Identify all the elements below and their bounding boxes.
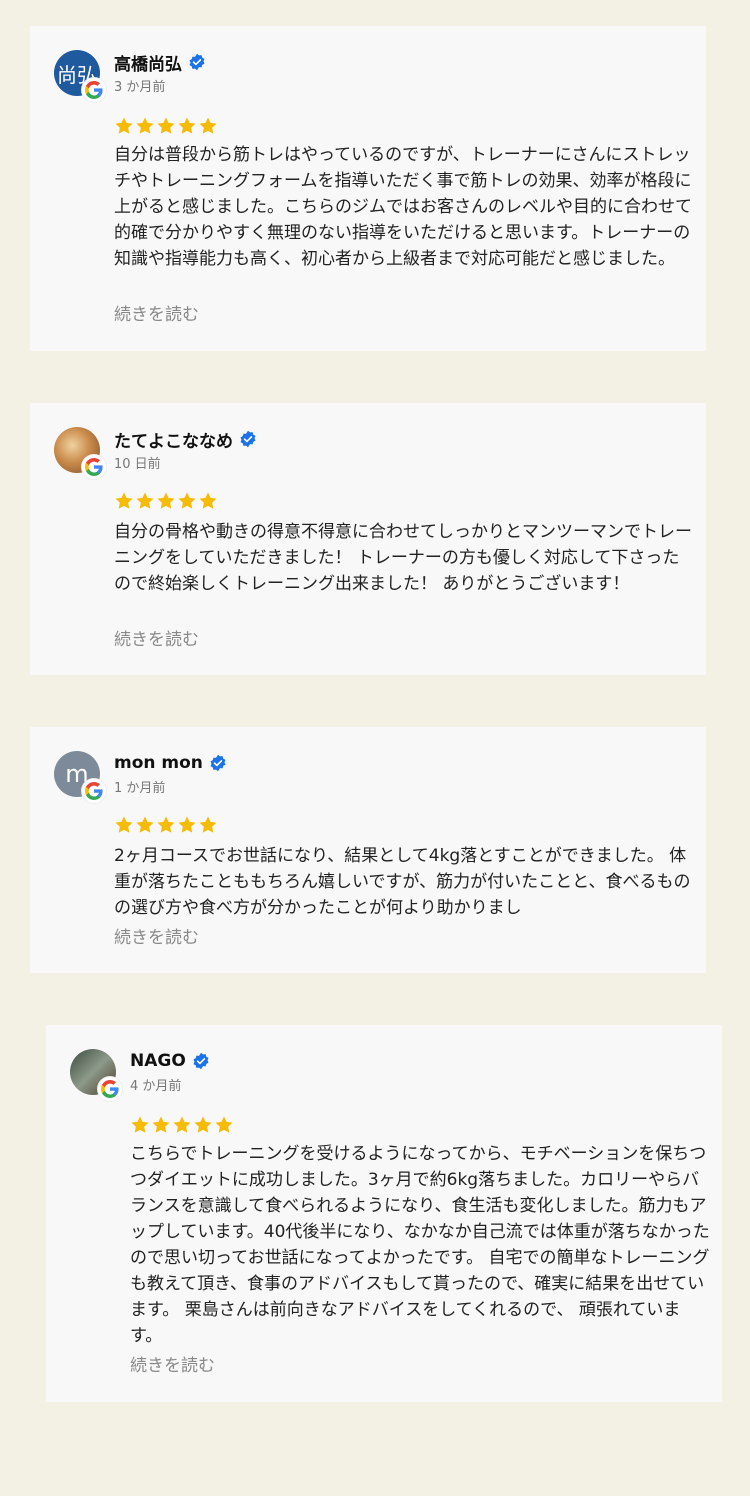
review-header: NAGO 4 か月前 [70,1049,670,1101]
review-header: たてよこななめ 10 日前 [54,427,654,479]
star-icon [178,816,196,833]
review-time: 10 日前 [114,457,161,472]
star-rating [130,1115,234,1135]
star-icon [194,1116,212,1133]
star-icon [157,117,175,134]
star-icon [136,117,154,134]
star-icon [178,117,196,134]
review-text: 自分は普段から筋トレはやっているのですが、トレーナーにさんにストレッチやトレーニ… [114,145,692,269]
reviewer-name-row: たてよこななめ [114,427,257,452]
star-icon [115,117,133,134]
star-icon [199,117,217,134]
star-rating [114,491,218,511]
review-text: 2ヶ月コースでお世話になり、結果として4kg落とすことができました。 体重が落ち… [114,846,691,918]
read-more-link[interactable]: 続きを読む [114,625,199,650]
star-icon [115,492,133,509]
google-g-icon [98,1077,122,1101]
star-icon [157,816,175,833]
read-more-link[interactable]: 続きを読む [130,1351,215,1376]
reviewer-name[interactable]: mon mon [114,753,203,773]
star-icon [136,492,154,509]
star-icon [199,816,217,833]
review-card: たてよこななめ 10 日前 自分の骨格や動きの得意不得意に合わせてしっかりとマン… [30,403,706,675]
review-time: 1 か月前 [114,781,166,796]
star-icon [199,492,217,509]
google-g-icon [82,78,106,102]
review-text: 自分の骨格や動きの得意不得意に合わせてしっかりとマンツーマンでトレーニングをして… [114,522,692,594]
review-text: こちらでトレーニングを受けるようになってから、モチベーションを保ちつつダイエット… [130,1144,710,1346]
review-header: 尚弘 高橋尚弘 3 か月前 [54,50,654,102]
review-card: 尚弘 高橋尚弘 3 か月前 自分は普段から筋トレはやっているのですが、トレーナー… [30,26,706,351]
verified-badge-icon [193,1052,209,1070]
read-more-link[interactable]: 続きを読む [114,300,199,325]
verified-badge-icon [210,754,226,772]
verified-badge-icon [189,53,205,71]
verified-badge-icon [240,430,256,448]
google-g-icon [82,779,106,803]
star-icon [173,1116,191,1133]
star-rating [114,116,218,136]
review-time: 3 か月前 [114,80,166,95]
reviewer-name[interactable]: NAGO [130,1051,186,1071]
reviewer-name[interactable]: 高橋尚弘 [114,50,182,75]
star-icon [157,492,175,509]
reviewer-name-row: 高橋尚弘 [114,50,206,75]
review-card: m mon mon 1 か月前 2ヶ月コースでお世話になり、結果として4kg落と… [30,727,706,973]
reviewer-name-row: NAGO [130,1049,210,1073]
star-icon [115,816,133,833]
google-g-icon [82,455,106,479]
reviewer-name[interactable]: たてよこななめ [114,427,233,452]
star-rating [114,815,218,835]
reviewer-name-row: mon mon [114,751,227,775]
review-card: NAGO 4 か月前 こちらでトレーニングを受けるようになってから、モチベーショ… [46,1025,722,1402]
star-icon [215,1116,233,1133]
star-icon [152,1116,170,1133]
review-time: 4 か月前 [130,1079,182,1094]
star-icon [136,816,154,833]
read-more-link[interactable]: 続きを読む [114,923,199,948]
star-icon [178,492,196,509]
star-icon [131,1116,149,1133]
review-header: m mon mon 1 か月前 [54,751,654,803]
